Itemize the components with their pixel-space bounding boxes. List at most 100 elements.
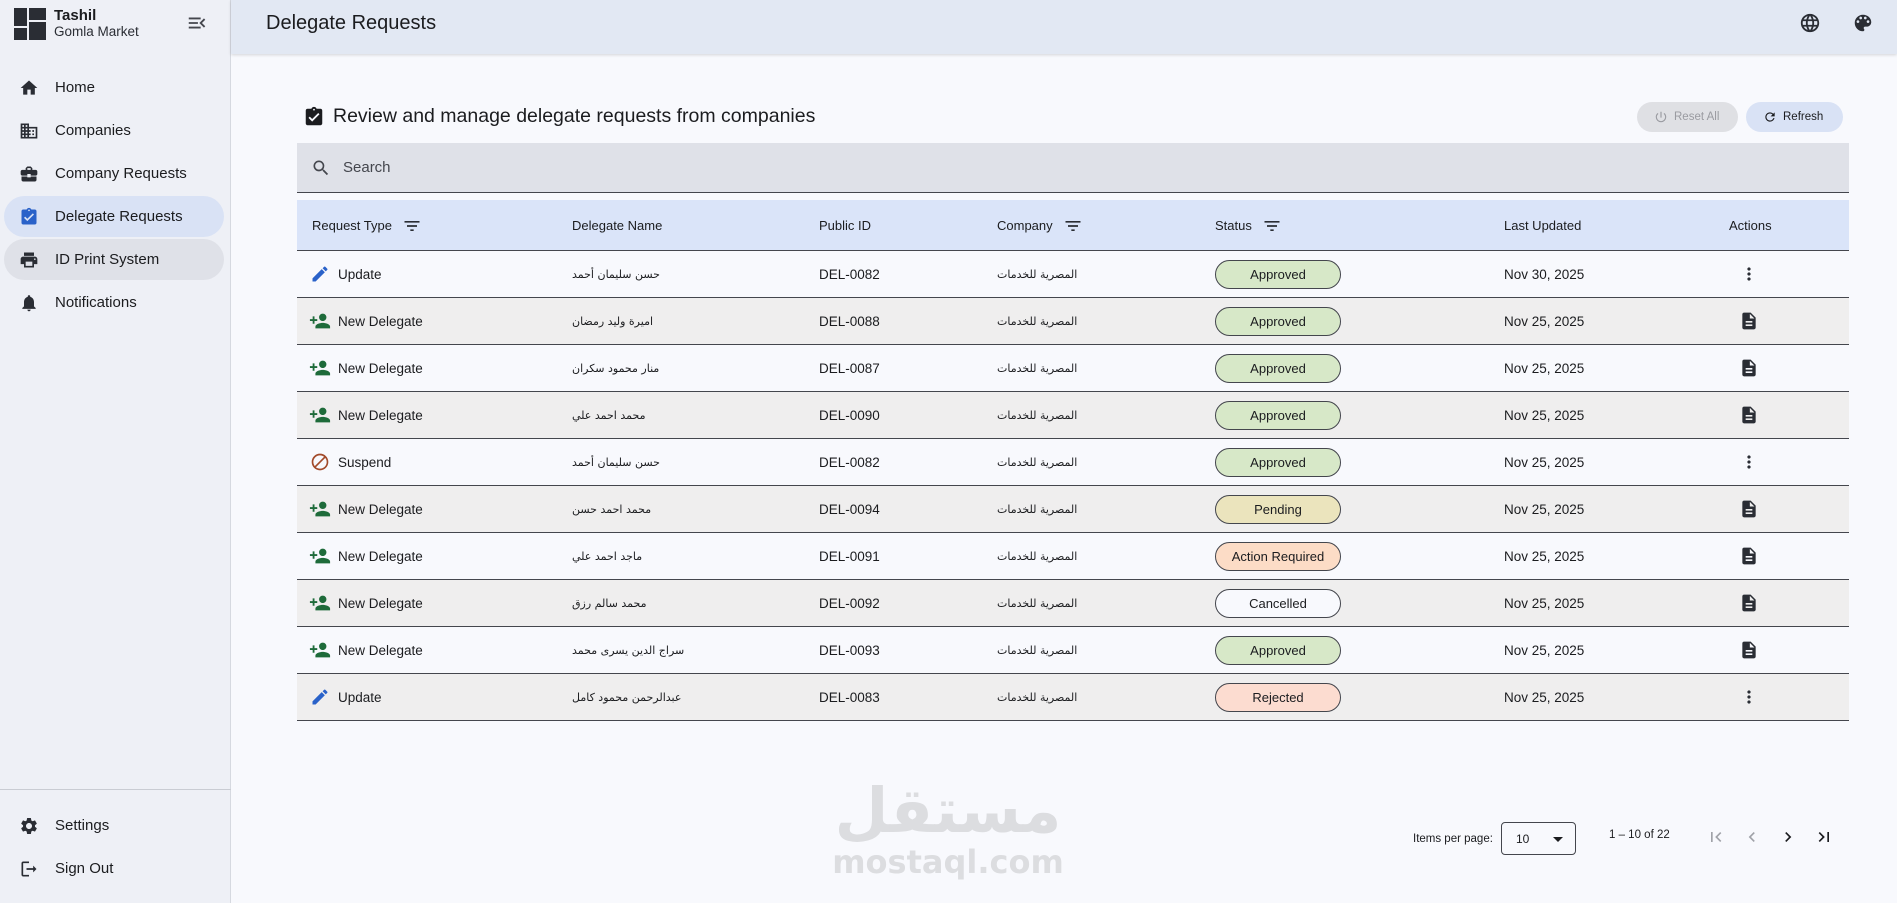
request-type-text: Update: [338, 266, 382, 282]
cell-delegate-name: سراج الدين يسرى محمد: [572, 643, 685, 657]
cell-delegate-name: حسن سليمان أحمد: [572, 267, 660, 281]
more-vert-icon[interactable]: [1737, 450, 1761, 474]
gear-icon: [18, 815, 40, 837]
column-header-public-id[interactable]: Public ID: [819, 200, 871, 251]
column-header-company[interactable]: Company: [997, 200, 1083, 251]
document-icon[interactable]: [1737, 356, 1761, 380]
pencil-icon: [309, 263, 331, 285]
person-add-icon: [309, 498, 331, 520]
globe-icon[interactable]: [1799, 12, 1823, 36]
cell-last-updated: Nov 25, 2025: [1504, 548, 1585, 564]
search-input[interactable]: [343, 159, 1743, 176]
column-header-request-type[interactable]: Request Type: [312, 200, 422, 251]
cell-delegate-name: محمد احمد علي: [572, 408, 646, 422]
reset-icon: [1654, 110, 1668, 124]
next-page-icon[interactable]: [1776, 825, 1800, 849]
cell-company: المصرية للخدمات: [997, 455, 1078, 469]
column-header-status[interactable]: Status: [1215, 200, 1282, 251]
cell-status: Approved: [1215, 439, 1341, 485]
filter-icon[interactable]: [1262, 216, 1282, 236]
table-row[interactable]: New Delegate محمد احمد علي DEL-0090 المصرية…: [297, 392, 1849, 439]
sidebar-bottom-nav: Settings Sign Out: [4, 805, 224, 891]
column-header-last-updated[interactable]: Last Updated: [1504, 200, 1581, 251]
cell-request-type: New Delegate: [309, 345, 423, 391]
column-header-delegate-name[interactable]: Delegate Name: [572, 200, 662, 251]
person-add-icon: [309, 357, 331, 379]
brand: Tashil Gomla Market: [14, 8, 139, 40]
watermark-latin: mostaql.com: [832, 843, 1064, 881]
cell-company: المصرية للخدمات: [997, 643, 1078, 657]
last-page-icon[interactable]: [1812, 825, 1836, 849]
cell-company: المصرية للخدمات: [997, 596, 1078, 610]
column-label: Status: [1215, 218, 1252, 233]
document-icon[interactable]: [1737, 497, 1761, 521]
sidebar-item-label: Delegate Requests: [55, 208, 183, 225]
filter-icon[interactable]: [402, 216, 422, 236]
table-row[interactable]: New Delegate منار محمود سكران DEL-0087 المص…: [297, 345, 1849, 392]
sidebar-item-delegate-requests[interactable]: Delegate Requests: [4, 196, 224, 237]
sidebar-item-companies[interactable]: Companies: [4, 110, 224, 151]
status-badge: Rejected: [1215, 682, 1341, 712]
page-title: Delegate Requests: [266, 12, 437, 34]
table-row[interactable]: New Delegate اميرة وليد رمضان DEL-0088 المص…: [297, 298, 1849, 345]
first-page-icon[interactable]: [1704, 825, 1728, 849]
document-icon[interactable]: [1737, 591, 1761, 615]
cell-request-type: Update: [309, 251, 382, 297]
table-row[interactable]: Update حسن سليمان أحمد DEL-0082 المصرية للخ…: [297, 251, 1849, 298]
sidebar-item-label: Notifications: [55, 294, 137, 311]
sidebar-item-company-requests[interactable]: Company Requests: [4, 153, 224, 194]
cell-public-id: DEL-0094: [819, 501, 880, 517]
printer-icon: [18, 249, 40, 271]
cell-company: المصرية للخدمات: [997, 549, 1078, 563]
palette-icon[interactable]: [1852, 12, 1876, 36]
filter-icon[interactable]: [1063, 216, 1083, 236]
menu-collapse-icon[interactable]: [186, 12, 208, 34]
status-badge: Approved: [1215, 306, 1341, 336]
sidebar-item-label: Company Requests: [55, 165, 187, 182]
table-row[interactable]: New Delegate محمد احمد حسن DEL-0094 المصرية…: [297, 486, 1849, 533]
table-row[interactable]: New Delegate محمد سالم رزق DEL-0092 المصرية…: [297, 580, 1849, 627]
clipboard-check-icon: [18, 206, 40, 228]
cell-last-updated: Nov 25, 2025: [1504, 313, 1585, 329]
page-size-select[interactable]: 10: [1501, 822, 1576, 855]
cell-company: المصرية للخدمات: [997, 690, 1078, 704]
column-label: Last Updated: [1504, 218, 1582, 233]
cell-actions: [1737, 533, 1761, 579]
refresh-button[interactable]: Refresh: [1746, 102, 1843, 132]
person-add-icon: [309, 639, 331, 661]
document-icon[interactable]: [1737, 544, 1761, 568]
request-type-text: New Delegate: [338, 313, 423, 329]
more-vert-icon[interactable]: [1737, 262, 1761, 286]
cell-delegate-name: ماجد احمد علي: [572, 549, 643, 563]
sidebar-item-settings[interactable]: Settings: [4, 805, 224, 846]
document-icon[interactable]: [1737, 638, 1761, 662]
document-icon[interactable]: [1737, 309, 1761, 333]
cell-request-type: Update: [309, 674, 382, 720]
items-per-page-label: Items per page:: [1413, 833, 1493, 845]
cell-public-id: DEL-0087: [819, 360, 880, 376]
table-row[interactable]: New Delegate سراج الدين يسرى محمد DEL-0093…: [297, 627, 1849, 674]
cell-public-id: DEL-0083: [819, 689, 880, 705]
cell-status: Approved: [1215, 345, 1341, 391]
table-row[interactable]: New Delegate ماجد احمد علي DEL-0091 المصرية…: [297, 533, 1849, 580]
sidebar-item-home[interactable]: Home: [4, 67, 224, 108]
cell-status: Approved: [1215, 251, 1341, 297]
document-icon[interactable]: [1737, 403, 1761, 427]
table-row[interactable]: Update عبدالرحمن محمود كامل DEL-0083 المصري…: [297, 674, 1849, 721]
previous-page-icon[interactable]: [1740, 825, 1764, 849]
cell-actions: [1737, 392, 1761, 438]
reset-all-button[interactable]: Reset All: [1637, 102, 1738, 132]
request-type-text: Suspend: [338, 454, 392, 470]
table-header: Request Type Delegate Name Public ID Com…: [297, 200, 1849, 251]
brand-logo-icon: [14, 8, 46, 40]
cell-request-type: Suspend: [309, 439, 391, 485]
refresh-label: Refresh: [1783, 111, 1824, 123]
cell-request-type: New Delegate: [309, 298, 423, 344]
cell-actions: [1737, 674, 1761, 720]
table-row[interactable]: Suspend حسن سليمان أحمد DEL-0082 المصرية لل…: [297, 439, 1849, 486]
more-vert-icon[interactable]: [1737, 685, 1761, 709]
sidebar-nav: Home Companies Company Requests Delegate…: [4, 67, 224, 325]
sidebar-item-sign-out[interactable]: Sign Out: [4, 848, 224, 889]
sidebar-item-id-print-system[interactable]: ID Print System: [4, 239, 224, 280]
sidebar-item-notifications[interactable]: Notifications: [4, 282, 224, 323]
